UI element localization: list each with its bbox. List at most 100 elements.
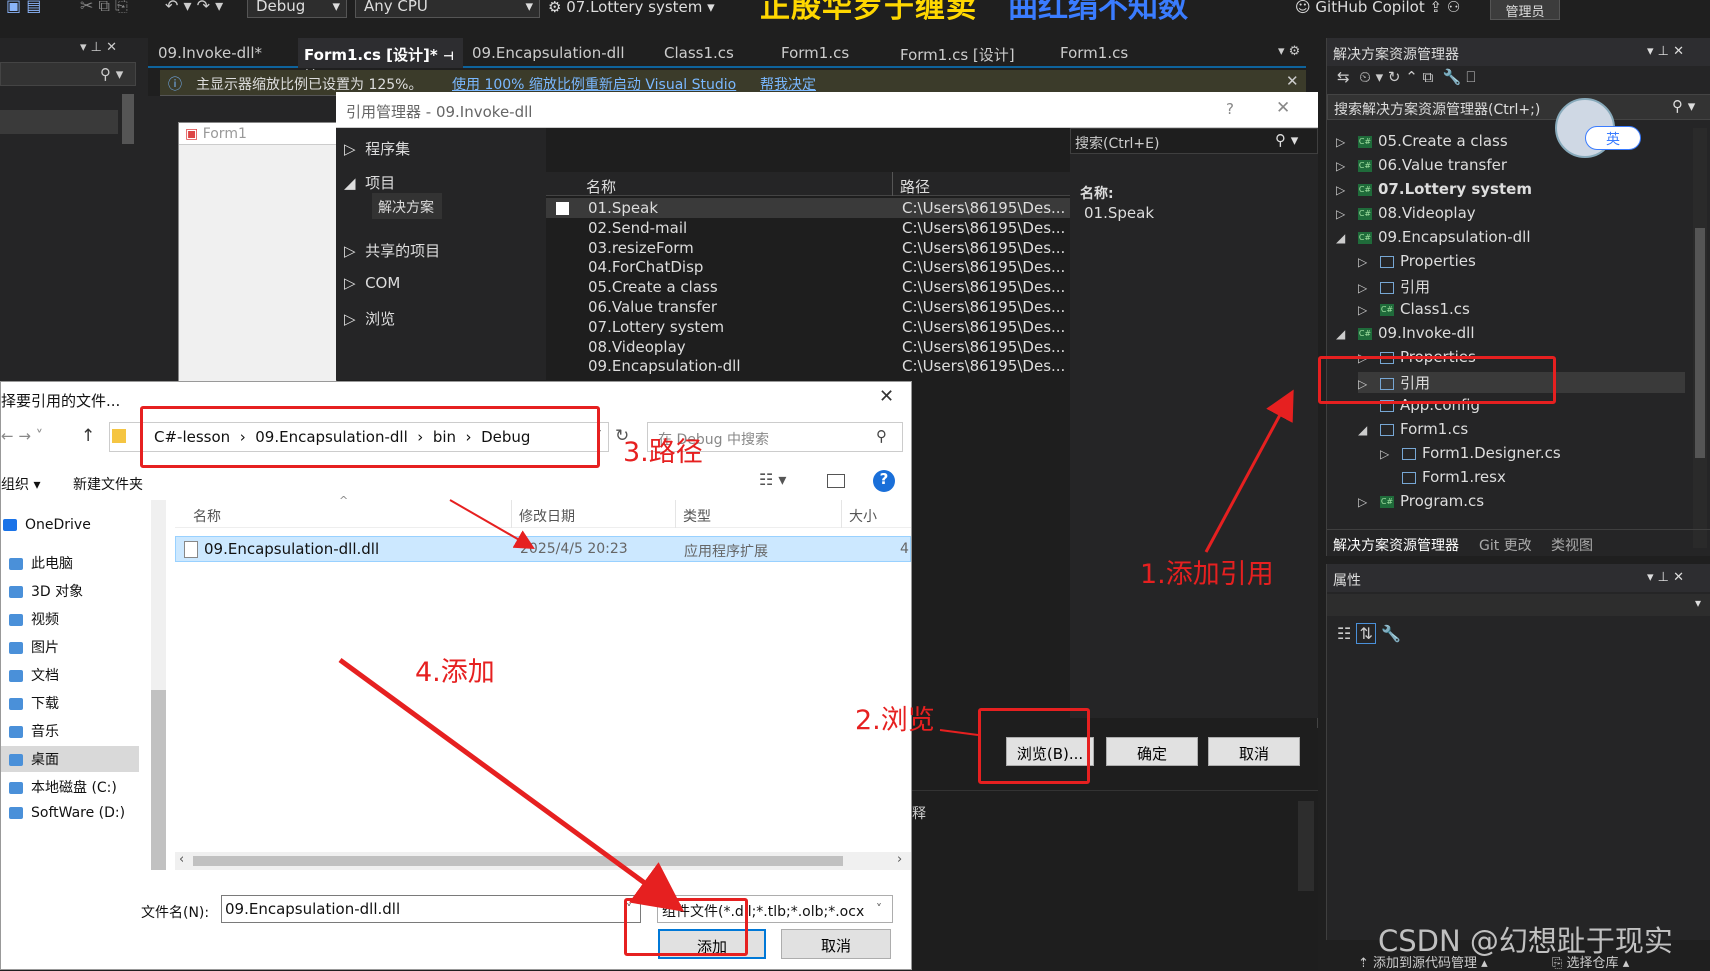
- preview-pane-icon[interactable]: [827, 474, 845, 488]
- tree-item[interactable]: Form1.resx: [1380, 468, 1506, 486]
- nav-scrollbar[interactable]: [151, 500, 166, 870]
- nav-item[interactable]: 3D 对象: [9, 578, 139, 604]
- nav-item[interactable]: 视频: [9, 606, 139, 632]
- close-icon[interactable]: ✕: [879, 386, 894, 407]
- reference-search-input[interactable]: 搜索(Ctrl+E) ⚲ ▾: [1070, 128, 1318, 154]
- filename-input[interactable]: 09.Encapsulation-dll.dll ˅: [221, 895, 641, 923]
- preview-icon[interactable]: ⎕: [1466, 68, 1475, 86]
- nav-assemblies[interactable]: ▷ 程序集: [344, 138, 410, 159]
- ok-button[interactable]: 确定: [1106, 737, 1198, 766]
- help-icon[interactable]: ?: [873, 470, 895, 492]
- form1-preview[interactable]: ▣ Form1: [178, 122, 343, 382]
- refresh-icon[interactable]: ↻: [1388, 68, 1401, 86]
- collapsed-arrow-icon[interactable]: ▷: [1336, 207, 1358, 221]
- help-icon[interactable]: ?: [1226, 100, 1234, 118]
- tab-overflow-icon[interactable]: ▾ ⚙: [1278, 44, 1300, 59]
- tree-item[interactable]: ▷ C# Class1.cs: [1358, 300, 1470, 318]
- nav-item[interactable]: 音乐: [9, 718, 139, 744]
- scroll-right-icon[interactable]: ›: [897, 852, 902, 867]
- file-cancel-button[interactable]: 取消: [781, 929, 891, 959]
- cancel-button[interactable]: 取消: [1208, 737, 1300, 766]
- left-selected-row[interactable]: [0, 110, 118, 134]
- tab-class-view[interactable]: 类视图: [1551, 535, 1593, 555]
- organize-menu[interactable]: 组织 ▾: [1, 474, 40, 494]
- nav-item[interactable]: 桌面: [1, 746, 139, 772]
- wrench-icon[interactable]: 🔧: [1443, 68, 1462, 86]
- solution-scrollbar[interactable]: [1693, 128, 1707, 548]
- collapsed-arrow-icon[interactable]: ▷: [1336, 159, 1358, 173]
- undo-icon[interactable]: ↶ ▾ ↷ ▾: [165, 0, 223, 15]
- table-row[interactable]: 09.Encapsulation-dll C:\Users\86195\Des..…: [546, 356, 1070, 376]
- close-icon[interactable]: ✕: [1286, 72, 1299, 90]
- tab-form1-cs-2[interactable]: Form1.cs: [1054, 38, 1134, 68]
- collapsed-arrow-icon[interactable]: ▷: [1358, 495, 1380, 509]
- help-decide-link[interactable]: 帮我决定: [760, 74, 816, 94]
- tab-encapsulation-dll[interactable]: 09.Encapsulation-dll: [466, 38, 630, 68]
- nav-item[interactable]: 下载: [9, 690, 139, 716]
- tree-item[interactable]: ◢ C# 09.Encapsulation-dll: [1336, 228, 1530, 246]
- collapsed-arrow-icon[interactable]: ▷: [1336, 183, 1358, 197]
- alphabetical-icon[interactable]: ⇅: [1356, 623, 1376, 644]
- column-modified[interactable]: 修改日期: [519, 506, 575, 526]
- tree-item[interactable]: ◢ C# 09.Invoke-dll: [1336, 324, 1475, 342]
- ime-indicator[interactable]: 英: [1585, 126, 1641, 150]
- table-row[interactable]: 04.ForChatDisp C:\Users\86195\Des...: [546, 257, 1070, 277]
- table-row[interactable]: 03.resizeForm C:\Users\86195\Des...: [546, 238, 1070, 258]
- collapse-icon[interactable]: ⌃: [1405, 68, 1418, 86]
- view-options-icon[interactable]: ☷ ▾: [759, 470, 786, 489]
- tab-form1-designer[interactable]: Form1.cs [设计]: [894, 38, 1021, 68]
- expanded-arrow-icon[interactable]: ◢: [1336, 327, 1358, 341]
- column-name[interactable]: 名称: [586, 176, 616, 197]
- copilot-button[interactable]: ☺ GitHub Copilot ⇪ ⚇: [1295, 0, 1460, 16]
- nav-projects[interactable]: ◢ 项目: [344, 172, 395, 193]
- tree-item[interactable]: ▷ C# Program.cs: [1358, 492, 1484, 510]
- pin-icon[interactable]: ⊣: [443, 49, 454, 63]
- expanded-arrow-icon[interactable]: ◢: [1358, 423, 1380, 437]
- collapsed-arrow-icon[interactable]: ▷: [1358, 281, 1380, 295]
- nav-item[interactable]: 本地磁盘 (C:): [9, 774, 139, 800]
- save-icon[interactable]: ▣ ▤: [6, 0, 41, 15]
- file-list-hscroll[interactable]: ‹ ›: [175, 852, 911, 870]
- table-row[interactable]: 05.Create a class C:\Users\86195\Des...: [546, 277, 1070, 297]
- nav-item[interactable]: 图片: [9, 634, 139, 660]
- categorized-icon[interactable]: ☷: [1337, 624, 1351, 643]
- scroll-left-icon[interactable]: ‹: [179, 852, 184, 867]
- table-row[interactable]: 06.Value transfer C:\Users\86195\Des...: [546, 297, 1070, 317]
- nav-solution[interactable]: 解决方案: [372, 193, 442, 219]
- tab-class1[interactable]: Class1.cs: [658, 38, 740, 68]
- column-type[interactable]: 类型: [683, 506, 711, 526]
- nav-browse[interactable]: ▷ 浏览: [344, 308, 395, 329]
- collapsed-arrow-icon[interactable]: ▷: [1358, 303, 1380, 317]
- back-forward-icons[interactable]: ← → ˅: [1, 427, 43, 445]
- row-checkbox[interactable]: [556, 202, 569, 215]
- nav-shared[interactable]: ▷ 共享的项目: [344, 240, 440, 261]
- nav-com[interactable]: ▷ COM: [344, 274, 400, 292]
- restart-link[interactable]: 使用 100% 缩放比例重新启动 Visual Studio: [452, 74, 736, 94]
- sync-icon[interactable]: ⇆: [1337, 68, 1350, 86]
- tree-item[interactable]: ◢ Form1.cs: [1358, 420, 1468, 438]
- table-row[interactable]: 08.Videoplay C:\Users\86195\Des...: [546, 337, 1070, 357]
- wrench-icon[interactable]: 🔧: [1381, 624, 1401, 643]
- column-path[interactable]: 路径: [900, 176, 930, 197]
- file-row-selected[interactable]: 09.Encapsulation-dll.dll 2025/4/5 20:23 …: [175, 536, 911, 562]
- copy-icon[interactable]: ⧉: [1423, 68, 1434, 86]
- tree-item[interactable]: ▷ C# 07.Lottery system: [1336, 180, 1532, 198]
- tree-item[interactable]: ▷ Properties: [1358, 252, 1476, 270]
- up-arrow-icon[interactable]: ↑: [81, 426, 95, 446]
- startup-project[interactable]: ⚙ 07.Lottery system ▾: [548, 0, 715, 16]
- table-row[interactable]: 02.Send-mail C:\Users\86195\Des...: [546, 218, 1070, 238]
- nav-item[interactable]: 文档: [9, 662, 139, 688]
- tree-item[interactable]: ▷ 引用: [1358, 276, 1430, 297]
- collapsed-arrow-icon[interactable]: ▷: [1358, 255, 1380, 269]
- tab-git-changes[interactable]: Git 更改: [1479, 535, 1532, 555]
- table-row[interactable]: 01.Speak C:\Users\86195\Des...: [546, 198, 1070, 218]
- collapsed-arrow-icon[interactable]: ▷: [1336, 135, 1358, 149]
- history-icon[interactable]: ⏲ ▾: [1359, 68, 1383, 86]
- hscroll-thumb[interactable]: [193, 856, 843, 866]
- platform-dropdown[interactable]: Any CPU ▾: [355, 0, 540, 18]
- output-scrollbar[interactable]: [1298, 801, 1314, 891]
- expanded-arrow-icon[interactable]: ◢: [1336, 231, 1358, 245]
- nav-item[interactable]: SoftWare (D:): [9, 802, 139, 828]
- properties-object-selector[interactable]: ▾: [1327, 594, 1710, 616]
- panel-pin-icons[interactable]: ▾ ⊥ ✕: [1647, 570, 1684, 585]
